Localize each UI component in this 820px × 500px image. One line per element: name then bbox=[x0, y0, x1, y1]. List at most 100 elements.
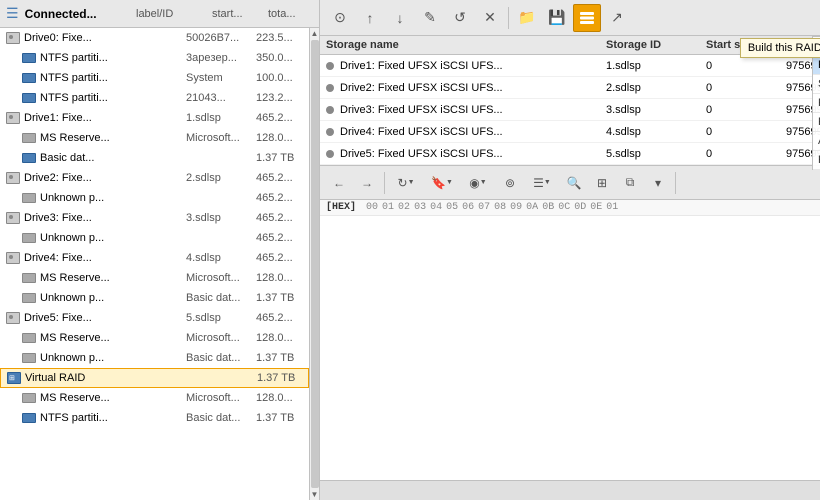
tree-item[interactable]: Unknown p... Basic dat... 1.37 TB bbox=[0, 348, 309, 368]
more-icon: ▾ bbox=[655, 176, 661, 190]
sidebar-item-raid_alias[interactable]: RAID alias... bbox=[813, 113, 820, 132]
toolbar-btn-cancel[interactable]: ✕ bbox=[476, 4, 504, 32]
item-name: MS Reserve... bbox=[6, 392, 186, 404]
hex-offset: 0B bbox=[542, 202, 554, 213]
bottom-btn-copy[interactable]: ⧉ bbox=[617, 170, 643, 196]
tree-item[interactable]: ⊞ Virtual RAID 1.37 TB bbox=[0, 368, 309, 388]
bottom-btn-grid[interactable]: ⊞ bbox=[589, 170, 615, 196]
sidebar-item-parity_delay[interactable]: Parity dela... bbox=[813, 94, 820, 113]
hex-content bbox=[320, 216, 820, 480]
item-name-text: Unknown p... bbox=[40, 352, 104, 364]
grid-icon: ⊞ bbox=[597, 176, 607, 190]
bottom-btn-search[interactable]: 🔍 bbox=[561, 170, 587, 196]
bottom-btn-more[interactable]: ▾ bbox=[645, 170, 671, 196]
tree-item[interactable]: Unknown p... 465.2... bbox=[0, 188, 309, 208]
arrow-icon: ▼ bbox=[446, 179, 453, 186]
hex-ruler: [HEX] 000102030405060708090A0B0C0D0E01 bbox=[320, 200, 820, 216]
storage-id: 2.sdlsp bbox=[606, 82, 706, 94]
down-icon: ↓ bbox=[397, 10, 404, 26]
item-name-text: MS Reserve... bbox=[40, 272, 110, 284]
tree-item[interactable]: MS Reserve... Microsoft... 128.0... bbox=[0, 268, 309, 288]
bottom-btn-view3d[interactable]: ◉▼ bbox=[461, 170, 495, 196]
tree-item[interactable]: Unknown p... 465.2... bbox=[0, 228, 309, 248]
toolbar-btn-scan[interactable]: ⊙ bbox=[326, 4, 354, 32]
sidebar-item-rotation_s[interactable]: Rotation s... bbox=[813, 151, 820, 170]
start-sector: 0 bbox=[706, 126, 786, 138]
tree-item[interactable]: Drive3: Fixe... 3.sdlsp 465.2... bbox=[0, 208, 309, 228]
raid-dot bbox=[326, 84, 334, 92]
item-total: 100.0... bbox=[256, 72, 309, 84]
item-total: 123.2... bbox=[256, 92, 309, 104]
tree-item[interactable]: Basic dat... 1.37 TB bbox=[0, 148, 309, 168]
item-name-text: NTFS partiti... bbox=[40, 52, 108, 64]
raid-table-row[interactable]: Drive4: Fixed UFSX iSCSI UFS... 4.sdlsp … bbox=[320, 121, 820, 143]
item-label: Basic dat... bbox=[186, 412, 256, 424]
bottom-btn-refresh[interactable]: ↻▼ bbox=[389, 170, 423, 196]
raid-table-row[interactable]: Drive3: Fixed UFSX iSCSI UFS... 3.sdlsp … bbox=[320, 99, 820, 121]
item-total: 128.0... bbox=[256, 332, 309, 344]
tree-item[interactable]: MS Reserve... Microsoft... 128.0... bbox=[0, 328, 309, 348]
tree-item[interactable]: Drive0: Fixe... 50026B7... 223.5... bbox=[0, 28, 309, 48]
arrow-icon: ▼ bbox=[408, 179, 415, 186]
item-name: Unknown p... bbox=[6, 232, 186, 244]
scroll-down-arrow[interactable]: ▼ bbox=[311, 490, 319, 499]
hex-offset: 03 bbox=[414, 202, 426, 213]
tree-item[interactable]: NTFS partiti... 3apeзep... 350.0... bbox=[0, 48, 309, 68]
toolbar-btn-edit[interactable]: ✎ bbox=[416, 4, 444, 32]
item-name-text: MS Reserve... bbox=[40, 332, 110, 344]
bottom-btn-target[interactable]: ⊚ bbox=[497, 170, 523, 196]
hex-offset: 07 bbox=[478, 202, 490, 213]
raid-table-row[interactable]: Drive5: Fixed UFSX iSCSI UFS... 5.sdlsp … bbox=[320, 143, 820, 165]
toolbar-btn-export[interactable]: ↗ bbox=[603, 4, 631, 32]
target-icon: ⊚ bbox=[505, 176, 515, 190]
menu-icon: ☰ bbox=[6, 5, 19, 22]
item-total: 1.37 TB bbox=[256, 152, 309, 164]
tree-item[interactable]: Drive2: Fixe... 2.sdlsp 465.2... bbox=[0, 168, 309, 188]
tree-item[interactable]: NTFS partiti... System 100.0... bbox=[0, 68, 309, 88]
drive-icon bbox=[6, 252, 20, 264]
raid-table-row[interactable]: Drive1: Fixed UFSX iSCSI UFS... 1.sdlsp … bbox=[320, 55, 820, 77]
toolbar-btn-save[interactable]: 💾 bbox=[543, 4, 571, 32]
item-name-text: Drive3: Fixe... bbox=[24, 212, 92, 224]
item-label: 5.sdlsp bbox=[186, 312, 256, 324]
toolbar-btn-up[interactable]: ↑ bbox=[356, 4, 384, 32]
raid-table-row[interactable]: Drive2: Fixed UFSX iSCSI UFS... 2.sdlsp … bbox=[320, 77, 820, 99]
partition-icon bbox=[22, 293, 36, 303]
bottom-btn-bookmark[interactable]: 🔖▼ bbox=[425, 170, 459, 196]
sidebar-item-asynchro[interactable]: Asynchro... bbox=[813, 132, 820, 151]
tree-item[interactable]: Unknown p... Basic dat... 1.37 TB bbox=[0, 288, 309, 308]
item-name: Drive4: Fixe... bbox=[6, 252, 186, 264]
scroll-up-arrow[interactable]: ▲ bbox=[311, 29, 319, 38]
toolbar-btn-undo[interactable]: ↺ bbox=[446, 4, 474, 32]
sidebar-item-stripe_size[interactable]: Stripe size... bbox=[813, 75, 820, 94]
partition-icon bbox=[22, 393, 36, 403]
raid-row-name: Drive4: Fixed UFSX iSCSI UFS... bbox=[326, 126, 606, 138]
toolbar-btn-layers[interactable] bbox=[573, 4, 601, 32]
toolbar-btn-open[interactable]: 📁 bbox=[513, 4, 541, 32]
cancel-icon: ✕ bbox=[484, 9, 496, 26]
toolbar-btn-down[interactable]: ↓ bbox=[386, 4, 414, 32]
tree-item[interactable]: Drive4: Fixe... 4.sdlsp 465.2... bbox=[0, 248, 309, 268]
bottom-btn-list[interactable]: ☰▼ bbox=[525, 170, 559, 196]
item-total: 465.2... bbox=[256, 192, 309, 204]
open-icon: 📁 bbox=[518, 9, 535, 26]
raid-row-name: Drive1: Fixed UFSX iSCSI UFS... bbox=[326, 60, 606, 72]
item-name: Drive3: Fixe... bbox=[6, 212, 186, 224]
drive-icon bbox=[6, 212, 20, 224]
item-name-text: Unknown p... bbox=[40, 232, 104, 244]
tree-item[interactable]: Drive1: Fixe... 1.sdlsp 465.2... bbox=[0, 108, 309, 128]
tree-item[interactable]: MS Reserve... Microsoft... 128.0... bbox=[0, 128, 309, 148]
sidebar-item-parity_dist[interactable]: Parity dist... bbox=[813, 56, 820, 75]
start-col: start... bbox=[212, 8, 262, 20]
tree-item[interactable]: Drive5: Fixe... 5.sdlsp 465.2... bbox=[0, 308, 309, 328]
hex-offset: 08 bbox=[494, 202, 506, 213]
tree-item[interactable]: MS Reserve... Microsoft... 128.0... bbox=[0, 388, 309, 408]
bottom-btn-forward[interactable]: → bbox=[354, 170, 380, 196]
tree-item[interactable]: NTFS partiti... Basic dat... 1.37 TB bbox=[0, 408, 309, 428]
tree-item[interactable]: NTFS partiti... 21043... 123.2... bbox=[0, 88, 309, 108]
item-name-text: NTFS partiti... bbox=[40, 72, 108, 84]
partition-icon bbox=[22, 333, 36, 343]
bottom-btn-back[interactable]: ← bbox=[326, 170, 352, 196]
scroll-bar[interactable]: ▲ ▼ bbox=[309, 28, 319, 500]
item-name-text: Unknown p... bbox=[40, 292, 104, 304]
